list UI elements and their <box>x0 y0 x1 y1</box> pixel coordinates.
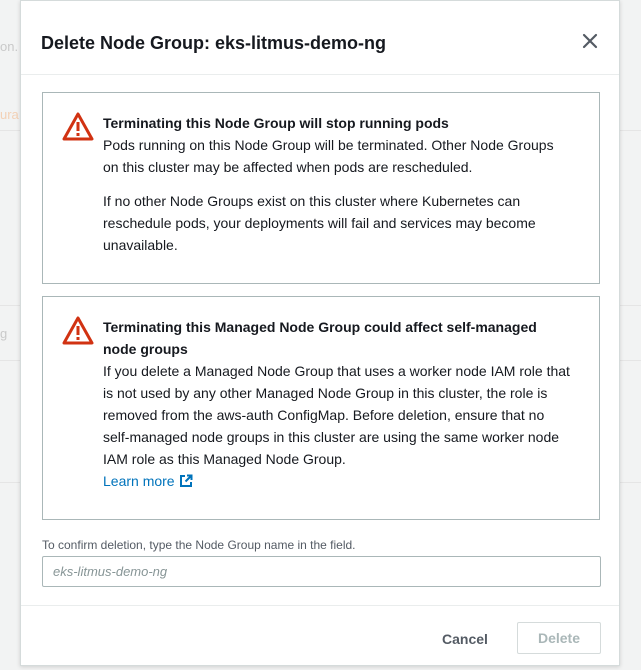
close-icon[interactable] <box>581 32 599 50</box>
alert-title: Terminating this Managed Node Group coul… <box>103 319 537 357</box>
modal-header: Delete Node Group: eks-litmus-demo-ng <box>21 1 619 75</box>
node-group-name-input[interactable] <box>42 556 601 587</box>
background-text: ura <box>0 107 19 122</box>
alert-body: Terminating this Managed Node Group coul… <box>103 316 573 492</box>
cancel-button[interactable]: Cancel <box>433 623 497 655</box>
external-link-icon <box>179 474 193 487</box>
learn-more-label: Learn more <box>103 473 175 489</box>
alert-body: Terminating this Node Group will stop ru… <box>103 112 573 256</box>
alert-paragraph: Pods running on this Node Group will be … <box>103 137 554 175</box>
alert-title: Terminating this Node Group will stop ru… <box>103 115 449 131</box>
warning-alert-self-managed: Terminating this Managed Node Group coul… <box>42 296 600 520</box>
alert-paragraph: If you delete a Managed Node Group that … <box>103 363 570 467</box>
alert-paragraph: If no other Node Groups exist on this cl… <box>103 193 536 253</box>
learn-more-link[interactable]: Learn more <box>103 470 193 492</box>
warning-icon <box>62 316 94 345</box>
confirm-label: To confirm deletion, type the Node Group… <box>42 538 356 552</box>
warning-icon <box>62 112 94 141</box>
modal-footer: Cancel Delete <box>21 605 619 667</box>
delete-node-group-modal: Delete Node Group: eks-litmus-demo-ng Te… <box>20 0 620 666</box>
warning-alert-stop-pods: Terminating this Node Group will stop ru… <box>42 92 600 284</box>
background-text: g <box>0 326 8 341</box>
modal-title: Delete Node Group: eks-litmus-demo-ng <box>41 33 387 53</box>
delete-button[interactable]: Delete <box>517 622 601 654</box>
background-text: on. <box>0 39 19 54</box>
